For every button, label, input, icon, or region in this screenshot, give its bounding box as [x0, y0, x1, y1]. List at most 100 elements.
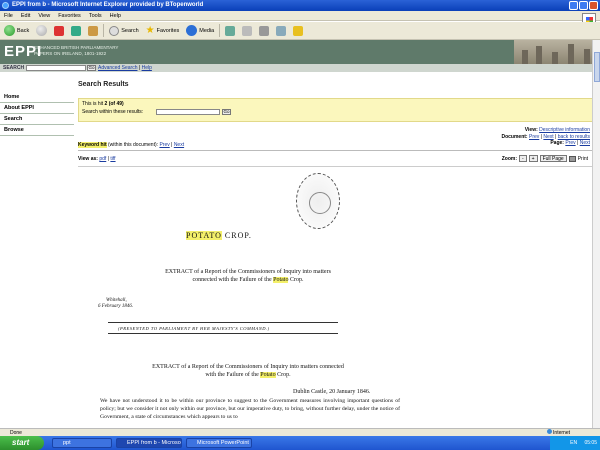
extract1-line1: EXTRACT of a Report of the Commissioners… [165, 269, 331, 275]
sidebar-item-home[interactable]: Home [0, 92, 74, 103]
document-prev-link[interactable]: Prev [529, 134, 539, 140]
refresh-button[interactable] [69, 25, 83, 36]
star-icon: ★ [145, 25, 155, 36]
menu-help[interactable]: Help [110, 11, 121, 20]
view-pdf-link[interactable]: pdf [99, 156, 106, 162]
sep: | [171, 142, 173, 148]
stop-icon [54, 25, 65, 36]
printer-icon[interactable] [568, 155, 576, 162]
view-tiff-link[interactable]: tiff [110, 156, 115, 162]
history-icon [225, 25, 236, 36]
search-within-label: Search within these results: [82, 109, 144, 115]
menu-favorites[interactable]: Favorites [58, 11, 81, 20]
messenger-button[interactable] [291, 25, 305, 36]
keyword-hit-label: Keyword hit [78, 142, 107, 148]
forward-button[interactable] [34, 25, 49, 36]
help-link[interactable]: Help [142, 65, 152, 71]
print-toolbar-button[interactable] [257, 25, 271, 36]
back-to-results-link[interactable]: back to results [558, 134, 590, 140]
extract2-text: with the Failure of the [205, 372, 259, 378]
view-label: View: [524, 127, 538, 133]
search-within-input[interactable] [156, 109, 220, 115]
maximize-icon[interactable] [579, 1, 588, 10]
highlighted-keyword: Potato [273, 277, 289, 283]
globe-icon [546, 429, 552, 434]
menu-bar: File Edit View Favorites Tools Help [0, 11, 600, 21]
descriptive-information-link[interactable]: Descriptive information [539, 127, 590, 133]
menu-edit[interactable]: Edit [21, 11, 30, 20]
extract1-line2: connected with the Failure of the Potato… [108, 276, 388, 284]
parliament-building-image [514, 40, 600, 64]
advanced-search-link[interactable]: Advanced Search [98, 65, 137, 71]
status-bar: Done Internet [0, 428, 600, 436]
media-button[interactable]: Media [184, 25, 216, 36]
full-page-button[interactable]: Full Page [539, 155, 567, 162]
home-button[interactable] [86, 25, 100, 36]
page-label: Page: [550, 140, 564, 146]
site-search-input[interactable] [26, 65, 86, 71]
document-page-image: POTATO CROP. EXTRACT of a Report of the … [78, 168, 558, 430]
close-icon[interactable] [589, 1, 598, 10]
sidebar-item-search[interactable]: Search [0, 114, 74, 125]
taskbar-item-ppt[interactable]: ppt [52, 438, 112, 448]
sidebar-item-about[interactable]: About EPPI [0, 103, 74, 114]
vertical-scrollbar[interactable] [592, 40, 600, 428]
library-stamp-image [296, 173, 340, 229]
messenger-icon [293, 25, 304, 36]
sep: | [540, 133, 542, 140]
extract1-end: Crop. [289, 277, 304, 283]
edit-icon [276, 25, 287, 36]
keyword-prev-link[interactable]: Prev [159, 142, 169, 148]
page-next-link[interactable]: Next [580, 140, 590, 146]
home-icon [88, 25, 99, 36]
site-banner: EPPI ENHANCED BRITISH PARLIAMENTARY PAPE… [0, 40, 600, 64]
print-link[interactable]: Print [578, 156, 588, 162]
taskbar-item-eppi[interactable]: EPPI from b - Microso... [116, 438, 182, 448]
scrollbar-thumb[interactable] [594, 52, 600, 82]
search-button[interactable]: Search [107, 25, 140, 36]
favorites-button[interactable]: ★ Favorites [144, 25, 182, 36]
search-within-go-button[interactable]: Go [222, 109, 231, 115]
zoom-in-button[interactable]: + [528, 155, 538, 162]
banner-subtitle: ENHANCED BRITISH PARLIAMENTARY PAPERS ON… [34, 45, 119, 57]
media-label: Media [199, 27, 215, 34]
forward-arrow-icon [36, 25, 48, 36]
dateline-2: Dublin Castle, 20 January 1846. [293, 389, 371, 395]
keyword-next-link[interactable]: Next [174, 142, 184, 148]
presented-note: (PRESENTED TO PARLIAMENT BY HER MAJESTY'… [118, 326, 270, 331]
edit-button[interactable] [274, 25, 288, 36]
document-body-text: We have not understood it to be within o… [100, 398, 400, 420]
start-button[interactable]: start [0, 436, 44, 450]
site-search-go-button[interactable]: Go [87, 65, 96, 71]
document-next-link[interactable]: Next [543, 134, 553, 140]
windows-taskbar: start ppt EPPI from b - Microso... Micro… [0, 436, 600, 450]
menu-tools[interactable]: Tools [89, 11, 102, 20]
sep: | [555, 133, 557, 140]
zoom-label: Zoom: [501, 155, 517, 162]
refresh-icon [71, 25, 82, 36]
menu-file[interactable]: File [4, 11, 13, 20]
browser-toolbar: Back Search ★ Favorites Media [0, 22, 600, 40]
history-button[interactable] [223, 25, 237, 36]
internet-explorer-icon [2, 2, 9, 9]
extract-heading-2: EXTRACT of a Report of the Commissioners… [98, 363, 398, 379]
window-title-bar: EPPI from b - Microsoft Internet Explore… [0, 0, 600, 11]
window-title: EPPI from b - Microsoft Internet Explore… [12, 2, 204, 8]
favorites-label: Favorites [156, 27, 180, 34]
extract2-line1: EXTRACT of a Report of the Commissioners… [152, 364, 344, 370]
site-search-bar: SEARCH Go Advanced Search | Help [0, 64, 600, 72]
stop-button[interactable] [52, 25, 66, 36]
taskbar-item-powerpoint[interactable]: Microsoft PowerPoint ... [186, 438, 252, 448]
sidebar-item-browse[interactable]: Browse [0, 125, 74, 136]
page-prev-link[interactable]: Prev [565, 140, 575, 146]
back-button[interactable]: Back [2, 25, 31, 36]
dateline-1: Whitehall, 6 February 1846. [98, 298, 133, 310]
minimize-icon[interactable] [569, 1, 578, 10]
page-row: Page: Prev | Next [501, 140, 590, 147]
mail-button[interactable] [240, 25, 254, 36]
menu-view[interactable]: View [38, 11, 50, 20]
zoom-out-button[interactable]: - [519, 155, 527, 162]
language-indicator[interactable]: EN [570, 440, 577, 446]
zoom-controls: Zoom: - + Full Page Print [502, 155, 588, 162]
document-title: POTATO CROP. [186, 231, 252, 240]
